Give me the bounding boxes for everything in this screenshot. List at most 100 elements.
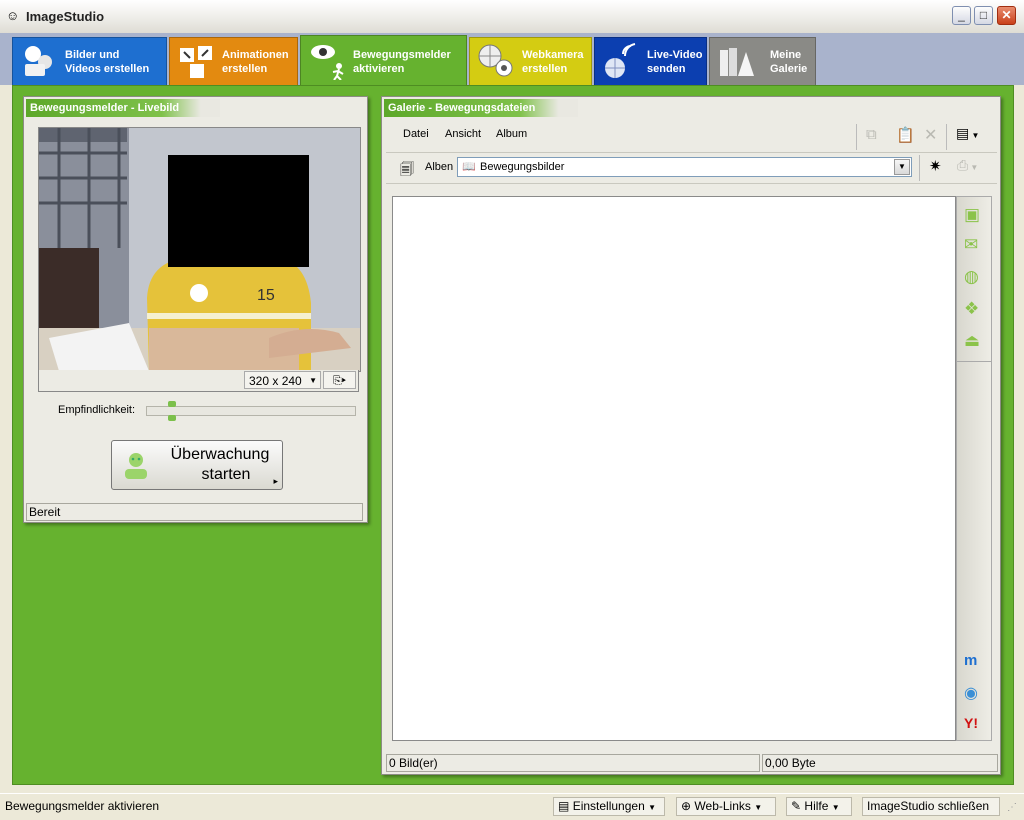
- image-count-status: 0 Bild(er): [386, 754, 760, 772]
- msn-messenger-icon[interactable]: m: [964, 652, 986, 674]
- gallery-menubar: Datei Ansicht Album ⧉ 📋 ✕ ▤ ▼: [386, 122, 997, 153]
- camera-options-button[interactable]: ⎘▸: [323, 371, 356, 389]
- email-icon[interactable]: ✉: [964, 235, 986, 257]
- tab-label-line2: erstellen: [522, 63, 568, 75]
- privacy-mask: [168, 155, 309, 267]
- view-mode-icon[interactable]: ▤ ▼: [956, 125, 979, 142]
- menu-ansicht[interactable]: Ansicht: [445, 128, 481, 140]
- help-button[interactable]: ✎ Hilfe ▼: [786, 797, 852, 816]
- start-button-line2: starten: [201, 466, 251, 483]
- globe-webcam-icon: [478, 44, 513, 77]
- gallery-panel: Galerie - Bewegungsdateien Datei Ansicht…: [381, 96, 1001, 775]
- weblinks-label: Web-Links: [694, 799, 751, 813]
- tab-create-media[interactable]: Bilder und Videos erstellen: [12, 37, 167, 85]
- close-button[interactable]: ✕: [997, 6, 1016, 25]
- bottom-bar: Bewegungsmelder aktivieren ▤ Einstellung…: [0, 793, 1024, 820]
- settings-label: Einstellungen: [572, 799, 645, 813]
- tab-label-line2: Videos erstellen: [65, 63, 150, 75]
- album-select[interactable]: 📖 Bewegungsbilder ▼: [457, 157, 912, 177]
- tab-my-gallery[interactable]: Meine Galerie: [709, 37, 816, 85]
- live-status: Bereit: [26, 503, 363, 521]
- animation-icon: [180, 46, 212, 78]
- panel-title: Bewegungsmelder - Livebild: [26, 99, 220, 117]
- tab-label-line2: Galerie: [770, 63, 808, 75]
- globe-icon: ⊕: [681, 799, 692, 813]
- window-title: ImageStudio: [26, 9, 105, 24]
- size-status: 0,00 Byte: [762, 754, 998, 772]
- app-status-text: Bewegungsmelder aktivieren: [5, 799, 160, 813]
- chevron-down-icon: ▼: [831, 803, 840, 812]
- albums-label: Alben: [425, 161, 454, 173]
- copy-icon[interactable]: ⧉: [866, 126, 877, 143]
- tab-label-line2: aktivieren: [353, 63, 405, 75]
- camera-view: 15: [38, 127, 361, 372]
- menu-datei[interactable]: Datei: [403, 128, 429, 140]
- resolution-value: 320 x 240: [249, 374, 302, 388]
- title-bar: ☺ ImageStudio _ □ ✕: [0, 0, 1024, 34]
- camera-settings-icon: ⎘▸: [332, 375, 347, 387]
- menu-album[interactable]: Album: [496, 128, 527, 140]
- maximize-button[interactable]: □: [974, 6, 993, 25]
- paste-icon[interactable]: 📋: [896, 126, 915, 144]
- album-row: 🗐 Alben 📖 Bewegungsbilder ▼ ✷ ⎙ ▼: [386, 153, 997, 184]
- film-camera-icon: [25, 46, 52, 76]
- close-app-button[interactable]: ImageStudio schließen: [862, 797, 1000, 816]
- gallery-content[interactable]: [392, 196, 956, 741]
- chevron-down-icon: ▼: [648, 803, 657, 812]
- start-monitoring-button[interactable]: Überwachung starten ▸: [111, 440, 283, 490]
- side-toolbar: ▣ ✉ ◍ ❖ ⏏ m ◉ Y!: [956, 196, 992, 741]
- gallery-books-icon: [720, 48, 754, 76]
- album-icon: 🗐: [400, 161, 414, 177]
- webcam-icon[interactable]: ⏏: [964, 331, 986, 353]
- chevron-down-icon: ▼: [309, 376, 317, 385]
- tab-label-line2: erstellen: [222, 63, 268, 75]
- help-label: Hilfe: [804, 799, 829, 813]
- web-publish-icon[interactable]: ◍: [964, 267, 986, 289]
- divider: [919, 155, 920, 181]
- burn-disc-icon[interactable]: ❖: [964, 299, 986, 321]
- print-photo-icon[interactable]: ▣: [964, 205, 986, 227]
- chevron-down-icon: ▼: [754, 803, 763, 812]
- delete-icon[interactable]: ✕: [924, 125, 937, 145]
- eye-runner-icon: [311, 45, 344, 80]
- resize-grip-icon[interactable]: ⋰: [1007, 802, 1017, 813]
- new-album-icon[interactable]: ✷: [929, 157, 942, 175]
- settings-icon: ▤: [558, 799, 570, 813]
- broadcast-globe-icon: [605, 43, 636, 78]
- panel-title: Galerie - Bewegungsdateien: [384, 99, 578, 117]
- sensitivity-slider[interactable]: [146, 401, 356, 421]
- camera-toolbar: 320 x 240 ▼ ⎘▸: [38, 370, 359, 392]
- tab-label-line1: Bilder und: [65, 49, 120, 61]
- divider: [957, 361, 991, 362]
- album-select-value: Bewegungsbilder: [480, 161, 565, 173]
- app-icon: ☺: [6, 8, 20, 23]
- monitor-person-icon: [125, 453, 147, 479]
- play-arrow-icon: ▸: [273, 476, 278, 486]
- tab-label-line1: Live-Video: [647, 49, 703, 61]
- skype-icon[interactable]: ◉: [964, 683, 986, 705]
- tab-label-line1: Bewegungsmelder: [353, 49, 451, 61]
- tab-animations[interactable]: Animationen erstellen: [169, 37, 298, 85]
- book-icon: 📖: [462, 161, 476, 173]
- settings-button[interactable]: ▤ Einstellungen ▼: [553, 797, 665, 816]
- live-image-panel: Bewegungsmelder - Livebild 15 320 x 240 ▼…: [23, 96, 368, 523]
- tab-webcam[interactable]: Webkamera erstellen: [469, 37, 592, 85]
- tab-label-line1: Webkamera: [522, 49, 584, 61]
- chevron-down-icon: ▼: [969, 131, 980, 140]
- tab-motion-detector[interactable]: Bewegungsmelder aktivieren: [300, 35, 467, 86]
- tab-live-video[interactable]: Live-Video senden: [594, 37, 707, 85]
- help-icon: ✎: [791, 799, 802, 813]
- start-button-line1: Überwachung: [170, 446, 270, 463]
- weblinks-button[interactable]: ⊕ Web-Links ▼: [676, 797, 776, 816]
- album-action-icon[interactable]: ⎙ ▼: [957, 157, 978, 174]
- svg-text:15: 15: [257, 287, 275, 304]
- tab-label-line1: Meine: [770, 49, 802, 61]
- sensitivity-label: Empfindlichkeit:: [58, 404, 136, 416]
- resolution-dropdown[interactable]: 320 x 240 ▼: [244, 371, 321, 389]
- yahoo-icon[interactable]: Y!: [964, 715, 986, 737]
- slider-thumb[interactable]: [167, 401, 176, 421]
- chevron-down-icon[interactable]: ▼: [894, 159, 910, 175]
- divider: [856, 124, 857, 150]
- tab-label-line1: Animationen: [222, 49, 289, 61]
- minimize-button[interactable]: _: [952, 6, 971, 25]
